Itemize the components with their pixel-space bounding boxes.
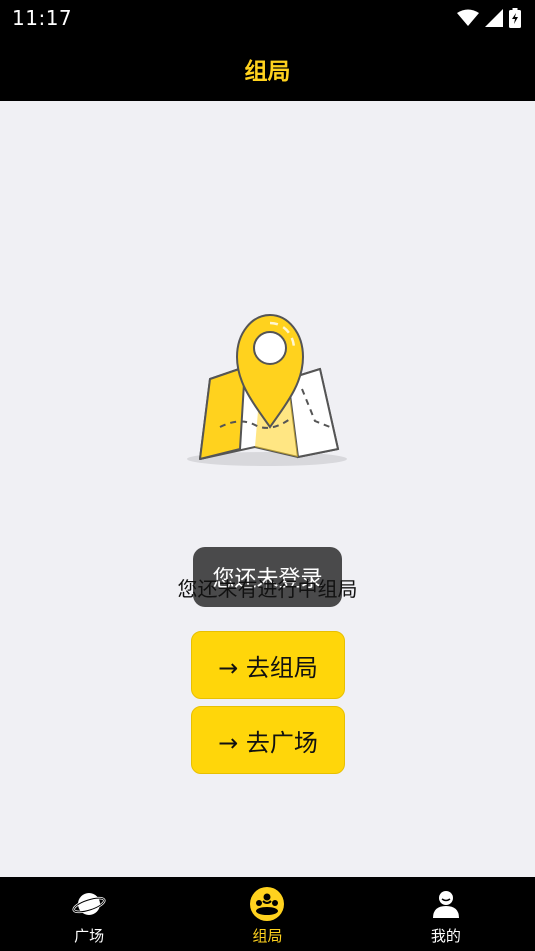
signal-icon [485, 9, 503, 27]
go-group-button[interactable]: → 去组局 [191, 631, 345, 699]
tab-mine-label: 我的 [430, 927, 461, 945]
empty-state-message: 您还未有进行中组局 [177, 577, 358, 601]
planet-icon [71, 886, 107, 922]
app-header: 组局 [0, 36, 535, 101]
user-icon [428, 886, 464, 922]
tab-group[interactable]: 组局 [178, 877, 356, 951]
go-square-button[interactable]: → 去广场 [191, 706, 345, 774]
status-icons [457, 8, 521, 28]
tab-mine[interactable]: 我的 [357, 877, 535, 951]
wifi-icon [457, 9, 479, 26]
group-icon [249, 886, 285, 922]
tab-square[interactable]: 广场 [0, 877, 178, 951]
status-bar: 11:17 [0, 0, 535, 36]
map-pin-illustration-icon [187, 313, 347, 466]
tab-square-label: 广场 [74, 927, 105, 945]
page-title: 组局 [244, 58, 291, 85]
tab-group-label: 组局 [252, 927, 283, 945]
status-time: 11:17 [12, 6, 73, 30]
bottom-tab-bar: 广场 组局 我的 [0, 877, 535, 951]
battery-icon [509, 8, 521, 28]
